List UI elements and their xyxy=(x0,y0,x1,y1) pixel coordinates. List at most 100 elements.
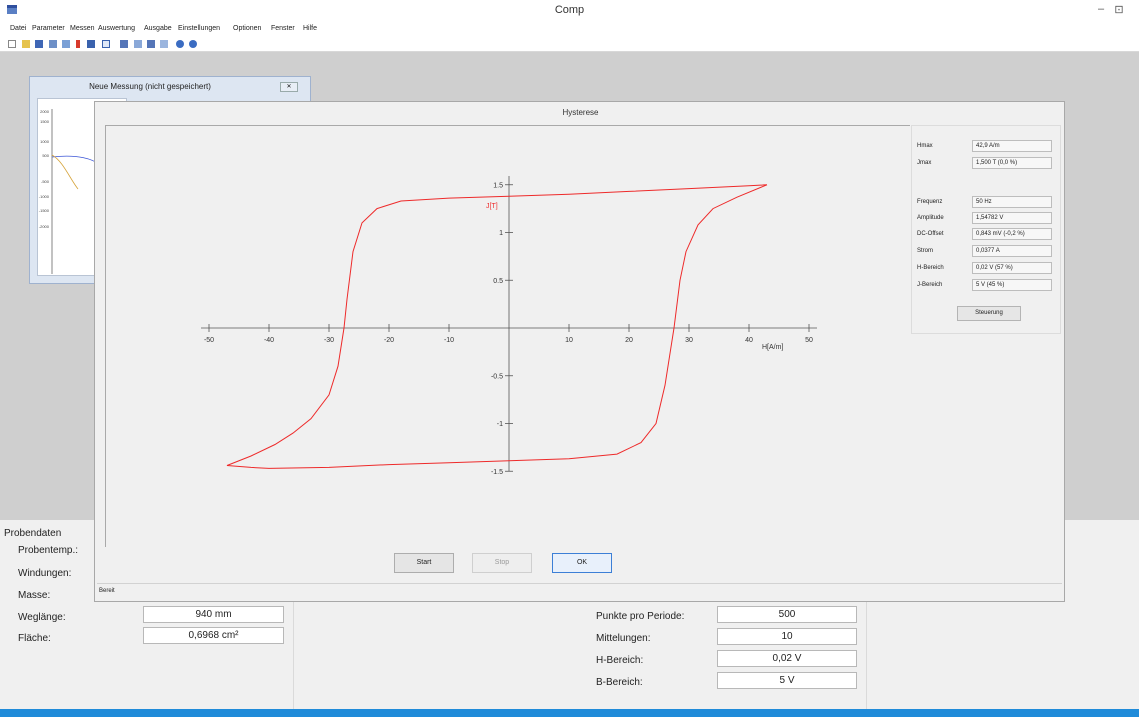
x-tick-label: -40 xyxy=(264,337,274,344)
label-h-bereich: H-Bereich: xyxy=(596,655,644,666)
parameter-icon[interactable] xyxy=(62,40,70,48)
param-value-h-bereich: 0,02 V (57 %) xyxy=(972,262,1052,274)
menu-einstellungen[interactable]: Einstellungen xyxy=(178,25,220,32)
hysteresis-chart: -50 -40 -30 -20 -10 10 20 30 40 50 1.5 1 0.5 -0.5 -1 -… xyxy=(201,176,817,476)
arrow-icon[interactable] xyxy=(87,40,95,48)
measurement-y-tick-label: 2000 xyxy=(40,109,50,114)
y-axis-label: J[T] xyxy=(486,203,498,210)
param-label-strom: Strom xyxy=(917,248,934,254)
x-tick-label: 10 xyxy=(565,337,573,344)
save-icon[interactable] xyxy=(35,40,43,48)
grid-icon[interactable] xyxy=(102,40,110,48)
menu-parameter[interactable]: Parameter xyxy=(32,25,65,32)
param-label-jmax: Jmax xyxy=(917,160,932,166)
hysterese-dialog: Hysterese -50 -40 -30 -20 -10 10 20 30 40 50 1.5 1… xyxy=(94,101,1065,602)
x-tick-label: 40 xyxy=(745,337,753,344)
info-icon[interactable] xyxy=(176,40,184,48)
measure-icon[interactable] xyxy=(49,40,57,48)
label-probentemp: Probentemp.: xyxy=(18,545,79,556)
dialog-title: Hysterese xyxy=(562,108,599,117)
x-tick-label: 30 xyxy=(685,337,693,344)
x-tick-label: 50 xyxy=(805,337,813,344)
label-flaeche: Fläche: xyxy=(18,633,51,644)
steuerung-button[interactable]: Steuerung xyxy=(957,306,1021,321)
param-label-dc-offset: DC-Offset xyxy=(917,231,944,237)
help-icon[interactable] xyxy=(189,40,197,48)
param-label-amplitude: Amplitude xyxy=(917,215,944,221)
chart-icon[interactable] xyxy=(120,40,128,48)
b-bereich-field[interactable]: 5 V xyxy=(717,672,857,689)
measurement-y-tick-label: -1500 xyxy=(39,208,50,213)
x-tick-label: -30 xyxy=(324,337,334,344)
label-mittelungen: Mittelungen: xyxy=(596,633,651,644)
param-label-frequenz: Frequenz xyxy=(917,199,943,205)
ok-button[interactable]: OK xyxy=(552,553,612,573)
punkte-pro-periode-field[interactable]: 500 xyxy=(717,606,857,623)
menu-ausgabe[interactable]: Ausgabe xyxy=(144,25,172,32)
x-tick-label: -50 xyxy=(204,337,214,344)
status-bar xyxy=(0,709,1139,717)
param-value-j-bereich: 5 V (45 %) xyxy=(972,279,1052,291)
y-tick-label: -0.5 xyxy=(491,373,503,380)
y-tick-label: 1 xyxy=(499,230,503,237)
menu-fenster[interactable]: Fenster xyxy=(271,25,295,32)
menu-optionen[interactable]: Optionen xyxy=(233,25,261,32)
h-bereich-field[interactable]: 0,02 V xyxy=(717,650,857,667)
param-label-j-bereich: J-Bereich xyxy=(917,282,943,288)
param-value-hmax: 42,9 A/m xyxy=(972,140,1052,152)
menu-bar: Datei Parameter Messen Auswertung Ausgab… xyxy=(0,21,1139,37)
start-button[interactable]: Start xyxy=(394,553,454,573)
label-b-bereich: B-Bereich: xyxy=(596,677,643,688)
param-value-jmax: 1,500 T (0,0 %) xyxy=(972,157,1052,169)
label-masse: Masse: xyxy=(18,590,51,601)
app-title: Comp xyxy=(554,4,585,16)
new-file-icon[interactable] xyxy=(8,40,16,48)
toolbar xyxy=(0,37,1139,52)
hysteresis-plot: -50 -40 -30 -20 -10 10 20 30 40 50 1.5 1 0.5 -0.5 -1 -… xyxy=(105,125,910,547)
measurement-y-tick-label: 1000 xyxy=(40,139,50,144)
open-folder-icon[interactable] xyxy=(22,40,30,48)
y-tick-label: -1.5 xyxy=(491,469,503,476)
measurement-y-tick-label: -1000 xyxy=(39,194,50,199)
table-chart-icon[interactable] xyxy=(147,40,155,48)
mittelungen-field[interactable]: 10 xyxy=(717,628,857,645)
sample-data-heading: Probendaten xyxy=(4,528,62,539)
x-tick-label: -20 xyxy=(384,337,394,344)
measurement-y-tick-label: 500 xyxy=(42,153,49,158)
param-label-h-bereich: H-Bereich xyxy=(917,265,944,271)
menu-hilfe[interactable]: Hilfe xyxy=(303,25,317,32)
label-windungen: Windungen: xyxy=(18,568,72,579)
close-icon[interactable]: ✕ xyxy=(280,82,298,92)
measurement-params-panel: Hmax 42,9 A/m Jmax 1,500 T (0,0 %) Frequ… xyxy=(911,125,1061,334)
param-value-frequenz: 50 Hz xyxy=(972,196,1052,208)
stop-button[interactable]: Stop xyxy=(472,553,532,573)
menu-auswertung[interactable]: Auswertung xyxy=(98,25,135,32)
param-value-amplitude: 1,54782 V xyxy=(972,212,1052,224)
x-tick-label: -10 xyxy=(444,337,454,344)
param-value-strom: 0,0377 A xyxy=(972,245,1052,257)
weglaenge-field[interactable]: 940 mm xyxy=(143,606,284,623)
y-tick-label: -1 xyxy=(497,421,503,428)
table-icon[interactable] xyxy=(134,40,142,48)
measurement-window-title: Neue Messung (nicht gespeichert) xyxy=(89,82,211,91)
dialog-status-bar: Bereit xyxy=(97,583,1062,599)
x-axis-label: H[A/m] xyxy=(762,344,783,351)
flaeche-field[interactable]: 0,6968 cm² xyxy=(143,627,284,644)
param-value-dc-offset: 0,843 mV (-0,2 %) xyxy=(972,228,1052,240)
y-tick-label: 0.5 xyxy=(493,278,503,285)
label-weglaenge: Weglänge: xyxy=(18,612,66,623)
measurement-y-tick-label: 1500 xyxy=(40,119,50,124)
label-punkte-pro-periode: Punkte pro Periode: xyxy=(596,611,685,622)
param-label-hmax: Hmax xyxy=(917,143,933,149)
thermometer-icon[interactable] xyxy=(76,40,80,48)
y-tick-label: 1.5 xyxy=(493,182,503,189)
app-titlebar: Comp – ⊡ xyxy=(0,0,1139,21)
report-icon[interactable] xyxy=(160,40,168,48)
x-tick-label: 20 xyxy=(625,337,633,344)
maximize-button[interactable]: ⊡ xyxy=(1112,3,1126,16)
menu-datei[interactable]: Datei xyxy=(10,25,26,32)
minimize-button[interactable]: – xyxy=(1094,3,1108,15)
menu-messen[interactable]: Messen xyxy=(70,25,95,32)
measurement-y-tick-label: -2000 xyxy=(39,224,50,229)
measurement-y-tick-label: -500 xyxy=(41,179,50,184)
